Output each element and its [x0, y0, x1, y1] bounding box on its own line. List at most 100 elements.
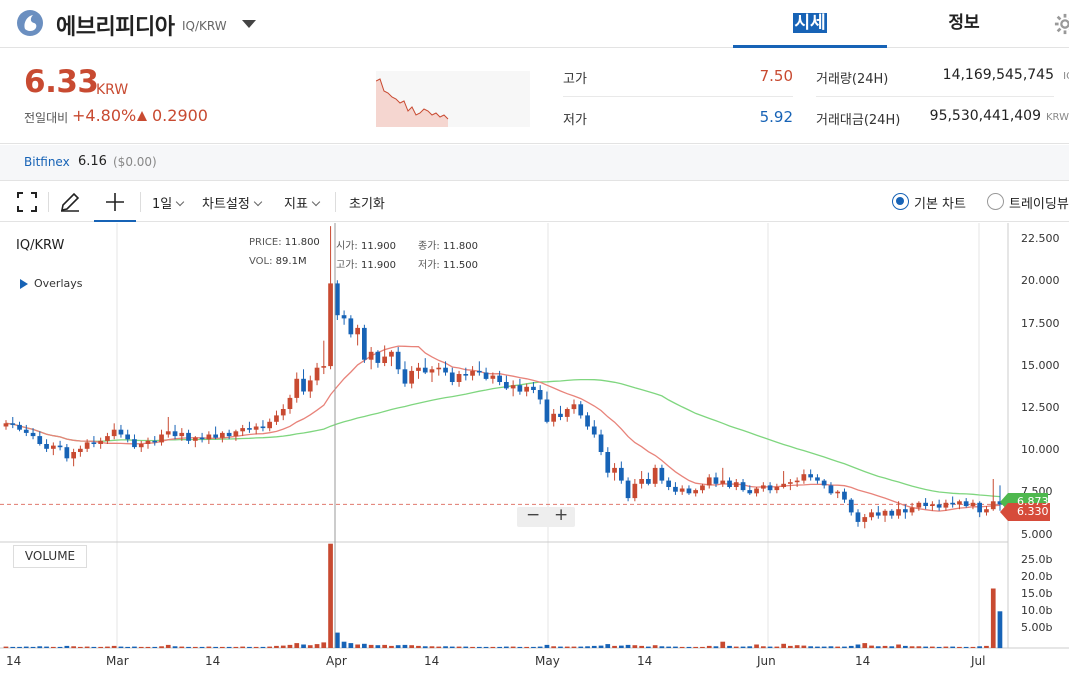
- volume-bar: [774, 646, 780, 648]
- volume-bar: [490, 646, 496, 648]
- volume-bar: [564, 646, 570, 648]
- tradingview-radio[interactable]: 트레이딩뷰: [987, 193, 1069, 212]
- volume-bar: [727, 645, 732, 648]
- candle-body: [280, 409, 286, 416]
- candle-body: [984, 509, 989, 513]
- basic-chart-radio[interactable]: 기본 차트: [892, 193, 966, 212]
- volume-bar: [977, 646, 982, 649]
- volume-bar: [287, 644, 293, 648]
- candle-body: [524, 386, 529, 392]
- chart-pair-label: IQ/KRW: [16, 238, 65, 253]
- zoom-control: − +: [517, 505, 575, 527]
- candle-body: [673, 486, 678, 492]
- candle-body: [666, 480, 671, 487]
- volume-bar: [598, 645, 604, 648]
- overlays-toggle[interactable]: Overlays: [20, 277, 83, 290]
- tab-price[interactable]: 시세: [733, 0, 887, 48]
- candle-body: [206, 434, 212, 440]
- candle-body: [368, 351, 374, 360]
- ohlc-price-key: PRICE:: [249, 237, 282, 248]
- zoom-out-button[interactable]: −: [526, 505, 540, 525]
- volume-bar: [307, 645, 313, 648]
- candle-body: [916, 502, 922, 508]
- volume-bar: [686, 646, 692, 648]
- candle-body: [875, 512, 881, 516]
- reset-button[interactable]: 초기화: [349, 193, 385, 212]
- candle-body: [727, 480, 732, 487]
- gear-icon[interactable]: [1054, 13, 1069, 35]
- volume-bar: [382, 644, 387, 648]
- zoom-in-button[interactable]: +: [554, 505, 568, 525]
- candle-body: [781, 483, 786, 487]
- coin-logo-icon: [17, 10, 43, 36]
- tradingview-label: 트레이딩뷰: [1009, 197, 1069, 212]
- volume-bar: [781, 643, 786, 648]
- volume-bar: [896, 644, 901, 648]
- volume-bar: [247, 646, 252, 648]
- candlestick-chart-svg[interactable]: [0, 223, 1069, 680]
- crosshair-tool[interactable]: [94, 182, 136, 222]
- volume-bar: [740, 646, 746, 648]
- volume-bar: [733, 646, 739, 648]
- volume-bar: [91, 646, 97, 648]
- candle-body: [801, 474, 807, 481]
- change-amount: 0.2900: [152, 106, 208, 125]
- x-axis-tick: 14: [637, 654, 653, 668]
- volume-bar: [903, 645, 908, 648]
- toolbar-divider: [48, 192, 49, 212]
- coin-select-caret-icon[interactable]: [242, 20, 256, 28]
- volume-bar: [301, 644, 306, 648]
- candle-body: [287, 397, 293, 409]
- candle-body: [774, 486, 780, 491]
- fullscreen-icon[interactable]: [15, 190, 39, 214]
- candle-body: [612, 467, 617, 473]
- volume-axis-tick: 15.0b: [1021, 587, 1053, 600]
- y-axis-tick: 12.500: [1021, 401, 1060, 414]
- pencil-icon[interactable]: [58, 190, 82, 214]
- ohlc-low: 저가: 11.500: [418, 256, 478, 271]
- stat-high-label: 고가: [563, 72, 587, 87]
- volume-bar: [747, 646, 753, 649]
- candle-body: [159, 434, 164, 443]
- last-price-tag: 6.330: [1000, 503, 1050, 521]
- exchange-name[interactable]: Bitfinex: [24, 155, 70, 169]
- candle-body: [551, 413, 556, 422]
- volume-bar: [51, 646, 56, 648]
- candle-body: [247, 428, 252, 430]
- volume-bar: [280, 645, 286, 648]
- volume-bar: [970, 646, 976, 648]
- candle-body: [808, 474, 813, 478]
- volume-bar: [585, 646, 590, 649]
- candle-body: [700, 485, 705, 491]
- volume-bar: [788, 645, 793, 648]
- chart-settings-dropdown[interactable]: 차트설정: [202, 193, 263, 212]
- volume-bar: [828, 646, 834, 649]
- volume-bar: [186, 646, 191, 648]
- candle-body: [591, 426, 597, 435]
- candle-body: [98, 440, 103, 444]
- candle-body: [240, 428, 245, 432]
- y-axis-tick: 5.000: [1021, 528, 1053, 541]
- volume-bar: [71, 646, 76, 649]
- interval-dropdown[interactable]: 1일: [152, 193, 185, 212]
- candle-body: [409, 370, 414, 384]
- candle-body: [44, 444, 49, 449]
- last-price-tag-value: 6.330: [1017, 505, 1049, 518]
- candle-body: [720, 480, 726, 484]
- volume-bar: [761, 646, 766, 649]
- volume-bar: [328, 543, 333, 648]
- candle-body: [504, 382, 509, 389]
- toolbar-divider: [140, 192, 141, 212]
- volume-bar: [706, 645, 712, 648]
- candle-body: [652, 467, 658, 484]
- price-chart[interactable]: IQ/KRW Overlays PRICE: 11.800 시가: 11.900…: [0, 223, 1069, 680]
- exchange-price: 6.16: [78, 154, 107, 169]
- volume-panel-label: VOLUME: [13, 545, 87, 568]
- indicators-label: 지표: [284, 197, 308, 212]
- volume-bar: [348, 643, 354, 648]
- volume-bar: [64, 645, 70, 648]
- volume-bar: [145, 646, 151, 648]
- indicators-dropdown[interactable]: 지표: [284, 193, 321, 212]
- volume-bar: [355, 644, 360, 648]
- tab-info[interactable]: 정보: [887, 0, 1041, 48]
